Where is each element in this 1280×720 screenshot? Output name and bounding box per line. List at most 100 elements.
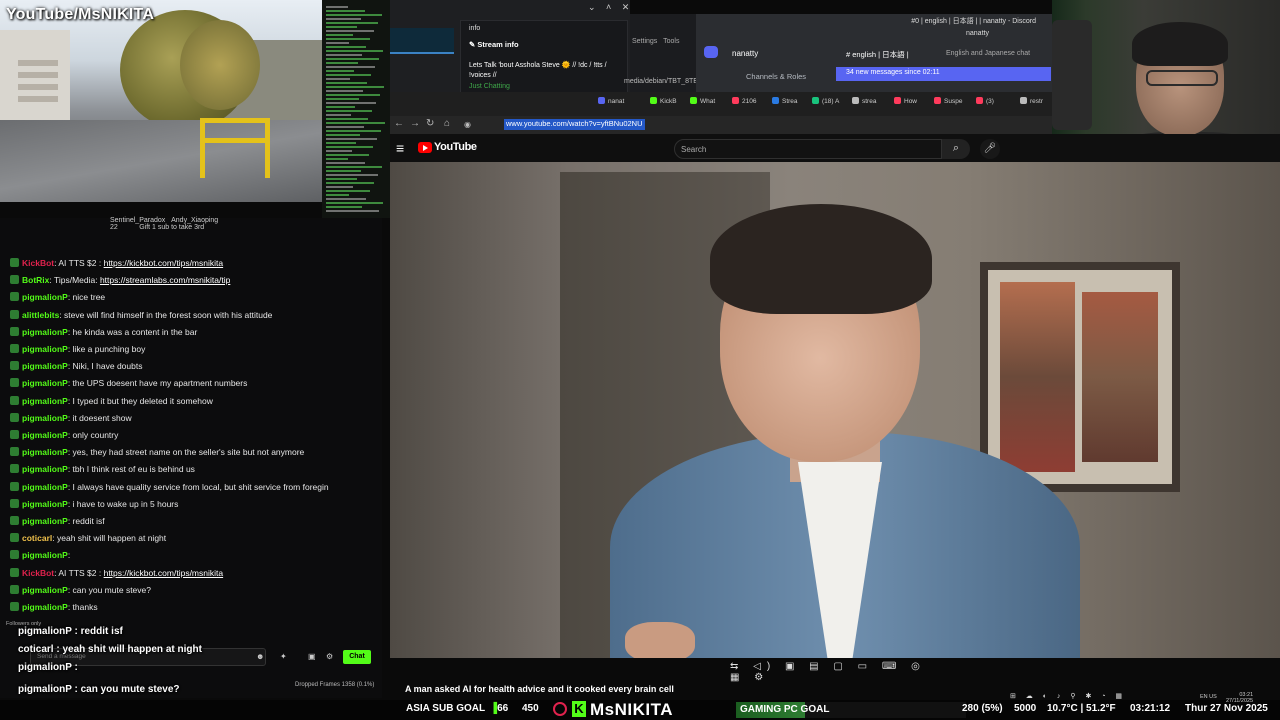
new-messages-banner[interactable]: 34 new messages since 02:11 [836, 67, 1051, 81]
chat-link[interactable]: https://streamlabs.com/msnikita/tip [100, 275, 230, 285]
chat-username[interactable]: BotRix [22, 275, 49, 285]
discord-channel-desc: English and Japanese chat [946, 50, 1031, 57]
browser-tab[interactable]: What [690, 97, 715, 105]
building-windows [18, 60, 58, 66]
badge-icon [10, 326, 19, 336]
microphone-icon[interactable]: 🎤︎ [980, 139, 1000, 159]
tab-favicon-icon [894, 97, 901, 104]
discord-server-name[interactable]: nanatty [732, 49, 758, 58]
chat-username[interactable]: KickBot [22, 258, 54, 268]
chat-username[interactable]: alittlebits [22, 310, 59, 320]
forward-icon[interactable]: → [410, 118, 420, 129]
chat-username[interactable]: pigmalionP [22, 344, 68, 354]
search-input[interactable]: Search [674, 139, 942, 159]
tab-label: Suspe [944, 98, 963, 105]
dropped-frames: Dropped Frames 1358 (0.1%) [295, 682, 375, 688]
chat-username[interactable]: pigmalionP [22, 378, 68, 388]
chat-text: like a punching boy [72, 344, 146, 354]
tab-favicon-icon [598, 97, 605, 104]
browser-tab[interactable]: How [894, 97, 917, 105]
tab-label: 2106 [742, 98, 757, 105]
browser-tab[interactable]: strea [852, 97, 876, 105]
chat-username[interactable]: pigmalionP [22, 464, 68, 474]
player-controls[interactable]: ⇆ ◁) ▣ ▤ ▢ ▭ ⌨ ◎ ▦ ⚙ [730, 661, 930, 683]
badge-icon [10, 275, 19, 285]
home-icon[interactable]: ⌂ [444, 118, 450, 129]
browser-tab[interactable]: (18) A [812, 97, 839, 105]
chat-username[interactable]: pigmalionP [22, 499, 68, 509]
browser-tab[interactable]: (3) [976, 97, 994, 105]
chat-username[interactable]: pigmalionP [22, 430, 68, 440]
browser-tab[interactable]: Strea [772, 97, 798, 105]
mini-chat-line [326, 158, 348, 160]
sub-goal-current: ▐66 [490, 703, 509, 714]
reload-icon[interactable]: ↻ [426, 118, 434, 129]
chat-username[interactable]: pigmalionP [22, 292, 68, 302]
chat-username[interactable]: pigmalionP [22, 396, 68, 406]
discord-icon[interactable] [704, 46, 718, 58]
video-player[interactable] [390, 162, 1280, 658]
browser-tab[interactable]: KickB [650, 97, 677, 105]
chat-username[interactable]: pigmalionP [22, 602, 68, 612]
chat-username[interactable]: pigmalionP [22, 413, 68, 423]
browser-tab[interactable]: Suspe [934, 97, 962, 105]
system-tray-icons[interactable]: ⊞ ☁ ◐ ♪ ⚲ ✱ ◔ ▦ [1010, 692, 1126, 700]
chat-message: pigmalionP: the UPS doesent have my apar… [10, 377, 247, 389]
mini-chat-line [326, 90, 363, 92]
discord-user[interactable]: nanatty [966, 30, 989, 37]
mini-chat-line [326, 142, 356, 144]
channels-roles-link[interactable]: Channels & Roles [746, 72, 806, 81]
youtube-brand[interactable]: YouTube [434, 141, 477, 153]
stream-category: Just Chatting [469, 83, 510, 90]
chat-username[interactable]: pigmalionP [22, 585, 68, 595]
chat-text: reddit isf [72, 516, 105, 526]
chat-username[interactable]: pigmalionP [22, 482, 68, 492]
system-clock[interactable]: 03:21 27/11/2025 [1226, 692, 1253, 704]
chat-link[interactable]: https://kickbot.com/tips/msnikita [104, 258, 224, 268]
tree [180, 20, 260, 110]
pc-goal-target: 5000 [1014, 703, 1037, 714]
tab-favicon-icon [650, 97, 657, 104]
mini-chat-line [326, 42, 349, 44]
quick-emote-icon[interactable]: ✦ [280, 652, 287, 661]
chat-message: pigmalionP: I typed it but they deleted … [10, 395, 213, 407]
chat-username[interactable]: pigmalionP [22, 516, 68, 526]
window-controls[interactable]: ⌄ ˄ ✕ [588, 2, 633, 13]
mini-chat-line [326, 70, 354, 72]
gift-icon[interactable]: ▣ [308, 652, 316, 661]
gift-goal: Gift 1 sub to take 3rd [139, 224, 205, 231]
mini-chat-line [326, 146, 373, 148]
video-title: A man asked AI for health advice and it … [405, 684, 674, 694]
file-path: media/debian/TBT_8TE [624, 78, 698, 85]
security-icon[interactable]: ◉ [464, 120, 471, 129]
chat-send-button[interactable]: Chat [343, 650, 371, 664]
sidewalk [0, 120, 322, 202]
settings-gear-icon[interactable]: ⚙ [326, 652, 333, 661]
chat-username[interactable]: pigmalionP [22, 361, 68, 371]
settings-link[interactable]: Settings [632, 38, 657, 45]
chat-message: pigmalionP: I always have quality servic… [10, 481, 329, 493]
chat-username[interactable]: pigmalionP [22, 447, 68, 457]
settings-tools[interactable]: Settings Tools [632, 38, 679, 45]
mini-chat-line [326, 110, 372, 112]
badge-icon [10, 412, 19, 422]
tray-language[interactable]: EN US [1200, 694, 1217, 700]
hamburger-menu-icon[interactable]: ≡ [396, 140, 404, 156]
tools-link[interactable]: Tools [663, 38, 679, 45]
mini-chat-line [326, 194, 349, 196]
browser-tab[interactable]: restr [1020, 97, 1043, 105]
chat-link[interactable]: https://kickbot.com/tips/msnikita [104, 568, 224, 578]
badge-icon [10, 292, 19, 302]
mini-chat-line [326, 86, 384, 88]
emoji-icon[interactable]: ☻ [256, 652, 264, 661]
chat-username[interactable]: pigmalionP [22, 327, 68, 337]
browser-tab[interactable]: nanat [598, 97, 624, 105]
search-icon[interactable]: ⌕ [942, 139, 970, 159]
selected-panel-tab [390, 28, 454, 54]
chat-username[interactable]: coticarl [22, 533, 52, 543]
chat-username[interactable]: pigmalionP [22, 550, 68, 560]
back-icon[interactable]: ← [394, 118, 404, 129]
browser-tab[interactable]: 2106 [732, 97, 756, 105]
url-field[interactable]: www.youtube.com/watch?v=yftBNu02NU [504, 119, 645, 130]
chat-username[interactable]: KickBot [22, 568, 54, 578]
